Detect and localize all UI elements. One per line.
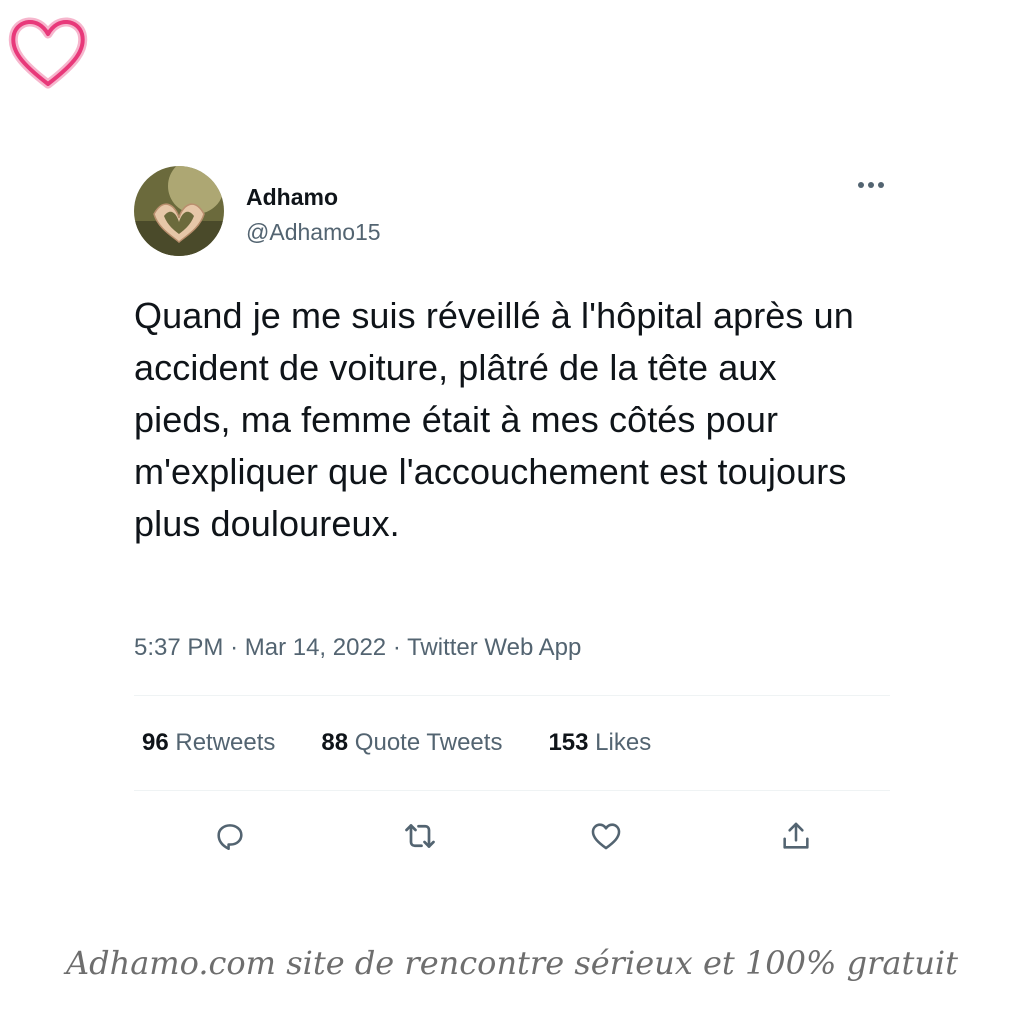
avatar[interactable] [134, 166, 224, 256]
retweets-label: Retweets [175, 729, 276, 756]
tweet-time[interactable]: 5:37 PM [134, 634, 223, 661]
retweet-icon [405, 824, 435, 848]
quote-tweets-stat[interactable]: 88 Quote Tweets [321, 729, 502, 757]
promo-caption: Adhamo.com site de rencontre sérieux et … [65, 944, 959, 982]
like-icon [591, 823, 621, 850]
meta-separator: · [230, 634, 239, 661]
tweet-stats: 96 Retweets 88 Quote Tweets 153 Likes [142, 729, 651, 757]
meta-separator: · [392, 634, 401, 661]
tweet-actions [134, 812, 890, 860]
divider [134, 790, 890, 791]
likes-stat[interactable]: 153 Likes [548, 729, 651, 757]
likes-count: 153 [548, 729, 589, 756]
quotes-label: Quote Tweets [354, 729, 503, 756]
divider [134, 695, 890, 696]
tweet-text: Quand je me suis réveillé à l'hôpital ap… [134, 295, 854, 544]
tweet-source[interactable]: Twitter Web App [407, 634, 581, 661]
reply-icon [217, 824, 243, 851]
share-button[interactable] [772, 812, 820, 860]
share-icon [783, 822, 809, 849]
retweet-button[interactable] [396, 812, 444, 860]
heart-logo-icon [8, 12, 88, 92]
likes-label: Likes [595, 729, 652, 756]
reply-button[interactable] [206, 812, 254, 860]
quotes-count: 88 [321, 729, 349, 756]
tweet-metadata: 5:37 PM · Mar 14, 2022 · Twitter Web App [134, 634, 581, 662]
retweets-stat[interactable]: 96 Retweets [142, 729, 275, 757]
author-name[interactable]: Adhamo [246, 184, 338, 211]
author-handle[interactable]: @Adhamo15 [246, 219, 381, 246]
retweets-count: 96 [142, 729, 169, 756]
like-button[interactable] [582, 812, 630, 860]
more-options-icon[interactable] [854, 174, 888, 196]
tweet-date[interactable]: Mar 14, 2022 [245, 634, 386, 661]
